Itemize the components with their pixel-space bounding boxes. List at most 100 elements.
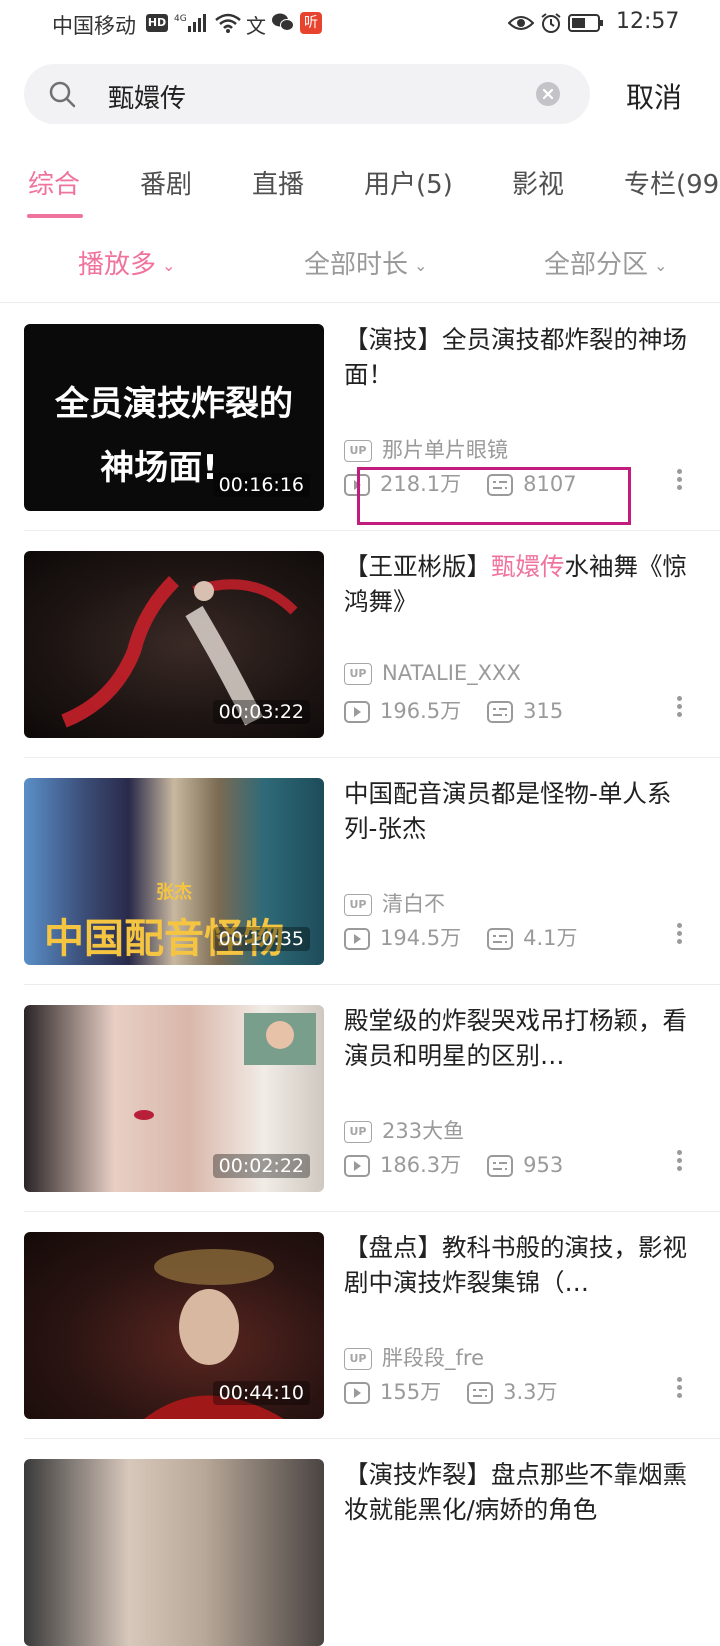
wifi-icon: [215, 13, 241, 33]
filter-category-label: 全部分区: [544, 250, 649, 280]
video-result-item[interactable]: 00:03:22 【王亚彬版】甄嬛传水袖舞《惊鸿舞》 UP NATALIE_XXX…: [0, 531, 720, 758]
eye-comfort-icon: [508, 16, 534, 30]
signal-icon: 4G: [174, 14, 206, 32]
uploader-name: 胖段段_fre: [382, 1346, 484, 1370]
video-thumbnail[interactable]: 00:44:10: [24, 1232, 324, 1419]
uploader-name: 那片单片眼镜: [382, 438, 508, 462]
tab-live[interactable]: 直播: [252, 164, 304, 201]
filter-category[interactable]: 全部分区 ⌄: [544, 244, 667, 281]
more-options-icon[interactable]: [672, 1374, 686, 1404]
cancel-button[interactable]: 取消: [626, 76, 682, 116]
listen-app-icon: 听: [300, 12, 322, 34]
clear-search-button[interactable]: [536, 82, 560, 106]
search-icon: [49, 81, 76, 108]
uploader-name: NATALIE_XXX: [382, 661, 521, 685]
result-tabs: 综合 番剧 直播 用户(5) 影视 专栏(99: [0, 150, 720, 218]
chevron-down-icon: ⌄: [654, 256, 668, 275]
play-count-icon: [344, 1382, 370, 1404]
video-result-item[interactable]: 张杰 中国配音怪物 00:10:35 中国配音演员都是怪物-单人系列-张杰 UP…: [0, 758, 720, 985]
video-stats: 196.5万 315: [344, 695, 563, 723]
uploader[interactable]: UP 那片单片眼镜: [344, 434, 508, 462]
video-thumbnail[interactable]: 00:03:22: [24, 551, 324, 738]
video-title[interactable]: 【演技炸裂】盘点那些不靠烟熏妆就能黑化/病娇的角色: [344, 1457, 696, 1527]
tab-bangumi[interactable]: 番剧: [140, 164, 192, 201]
battery-icon: [568, 14, 603, 32]
up-badge-icon: UP: [344, 1121, 372, 1143]
carrier-name: 中国移动: [52, 14, 136, 38]
title-part: 【王亚彬版】: [344, 552, 491, 581]
play-count-icon: [344, 928, 370, 950]
play-count-icon: [344, 1155, 370, 1177]
filter-sort-label: 播放多: [78, 250, 157, 280]
wechat-icon: [272, 13, 294, 31]
tab-all[interactable]: 综合: [28, 164, 80, 201]
video-title[interactable]: 【王亚彬版】甄嬛传水袖舞《惊鸿舞》: [344, 549, 696, 619]
danmaku-count: 4.1万: [523, 926, 578, 950]
filter-duration[interactable]: 全部时长 ⌄: [304, 244, 427, 281]
uploader-name: 233大鱼: [382, 1119, 465, 1143]
video-title[interactable]: 【盘点】教科书般的演技，影视剧中演技炸裂集锦（…: [344, 1230, 696, 1300]
tab-users[interactable]: 用户(5): [364, 164, 453, 201]
video-thumbnail[interactable]: 张杰 中国配音怪物 00:10:35: [24, 778, 324, 965]
view-count: 186.3万: [380, 1153, 462, 1177]
video-stats: 194.5万 4.1万: [344, 922, 578, 950]
uploader[interactable]: UP NATALIE_XXX: [344, 661, 521, 687]
video-title[interactable]: 殿堂级的炸裂哭戏吊打杨颖，看演员和明星的区别…: [344, 1003, 696, 1073]
up-badge-icon: UP: [344, 663, 372, 685]
filter-sort[interactable]: 播放多 ⌄: [78, 244, 175, 281]
video-title[interactable]: 中国配音演员都是怪物-单人系列-张杰: [344, 776, 696, 846]
thumbnail-caption: 张杰: [156, 882, 192, 903]
video-result-item[interactable]: 00:02:22 殿堂级的炸裂哭戏吊打杨颖，看演员和明星的区别… UP 233大鱼…: [0, 985, 720, 1212]
danmaku-count: 953: [523, 1153, 564, 1177]
hd-icon: HD: [146, 14, 168, 32]
video-thumbnail[interactable]: 00:02:22: [24, 1005, 324, 1192]
video-thumbnail[interactable]: 全员演技炸裂的 神场面! 00:16:16: [24, 324, 324, 511]
filter-duration-label: 全部时长: [304, 250, 409, 280]
video-stats: 155万 3.3万: [344, 1376, 558, 1404]
more-options-icon[interactable]: [672, 693, 686, 723]
more-options-icon[interactable]: [672, 466, 686, 496]
uploader-name: 清白不: [382, 892, 445, 916]
video-result-item[interactable]: 00:44:10 【盘点】教科书般的演技，影视剧中演技炸裂集锦（… UP 胖段段_…: [0, 1212, 720, 1439]
tab-articles[interactable]: 专栏(99: [624, 164, 719, 201]
video-duration: 00:03:22: [212, 700, 310, 724]
search-bar[interactable]: 甄嬛传: [24, 64, 590, 124]
view-count: 155万: [380, 1380, 442, 1404]
uploader[interactable]: UP 胖段段_fre: [344, 1342, 484, 1370]
video-duration: 00:44:10: [212, 1381, 310, 1405]
video-duration: 00:10:35: [212, 927, 310, 951]
video-duration: 00:02:22: [212, 1154, 310, 1178]
danmaku-count: 3.3万: [503, 1380, 558, 1404]
clock-time: 12:57: [616, 9, 680, 34]
danmaku-count-icon: [487, 928, 514, 950]
title-keyword-highlight: 甄嬛传: [491, 552, 565, 581]
highlight-box: [357, 467, 631, 525]
search-input[interactable]: 甄嬛传: [108, 78, 186, 115]
translate-icon: 文: [246, 14, 266, 38]
close-icon: [542, 88, 554, 100]
danmaku-count-icon: [487, 1155, 514, 1177]
alarm-icon: [541, 13, 561, 33]
danmaku-count: 315: [523, 699, 564, 723]
up-badge-icon: UP: [344, 894, 372, 916]
status-bar: 中国移动 HD 4G 文 听 12:57: [0, 0, 720, 48]
chevron-down-icon: ⌄: [162, 256, 176, 275]
video-title[interactable]: 【演技】全员演技都炸裂的神场面！: [344, 322, 696, 392]
svg-text:4G: 4G: [174, 14, 187, 24]
filter-bar: 播放多 ⌄ 全部时长 ⌄ 全部分区 ⌄: [0, 230, 720, 303]
watermark: 知乎用户: [612, 1522, 692, 1546]
play-count-icon: [344, 701, 370, 723]
view-count: 196.5万: [380, 699, 462, 723]
danmaku-count-icon: [487, 701, 514, 723]
danmaku-count-icon: [467, 1382, 494, 1404]
more-options-icon[interactable]: [672, 1147, 686, 1177]
more-options-icon[interactable]: [672, 920, 686, 950]
view-count: 194.5万: [380, 926, 462, 950]
video-stats: 186.3万 953: [344, 1149, 563, 1177]
chevron-down-icon: ⌄: [414, 256, 428, 275]
uploader[interactable]: UP 233大鱼: [344, 1115, 465, 1143]
uploader[interactable]: UP 清白不: [344, 888, 445, 916]
active-tab-indicator: [27, 214, 83, 218]
tab-film-tv[interactable]: 影视: [512, 164, 564, 201]
video-thumbnail[interactable]: [24, 1459, 324, 1646]
